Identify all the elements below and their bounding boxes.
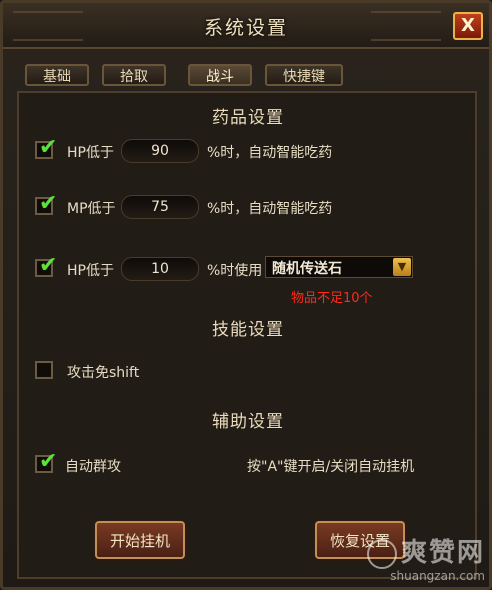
item-select-dropdown[interactable]: 随机传送石 ▼ — [265, 256, 413, 278]
section-heading-medicine: 药品设置 — [3, 103, 492, 129]
title-bar[interactable]: 系统设置 X — [3, 3, 489, 49]
item-shortage-warning: 物品不足10个 — [291, 291, 373, 306]
item-select-value: 随机传送石 — [272, 261, 342, 277]
watermark-logo-icon — [366, 538, 397, 569]
hp-value-input[interactable]: 90 — [121, 139, 199, 163]
teleport-suffix: %时使用 — [207, 263, 263, 279]
hp-checkbox[interactable]: ✔ — [35, 135, 57, 160]
hp-threshold-row: ✔ HP低于 90 %时，自动智能吃药 — [3, 135, 492, 165]
auto-hang-hint: 按"A"键开启/关闭自动挂机 — [247, 459, 415, 475]
start-autoplay-button[interactable]: 开始挂机 — [95, 521, 185, 559]
teleport-hp-label: HP低于 — [67, 263, 114, 279]
mp-suffix: %时，自动智能吃药 — [207, 201, 333, 217]
checkmark-icon: ✔ — [39, 191, 58, 216]
teleport-checkbox[interactable]: ✔ — [35, 253, 57, 278]
teleport-row: ✔ HP低于 10 %时使用 随机传送石 ▼ — [3, 253, 492, 281]
auto-group-label: 自动群攻 — [65, 459, 121, 475]
tab-combat[interactable]: 战斗 — [188, 64, 252, 86]
mp-checkbox[interactable]: ✔ — [35, 191, 57, 216]
teleport-value-input[interactable]: 10 — [121, 257, 199, 281]
checkmark-icon: ✔ — [39, 135, 58, 160]
mp-label: MP低于 — [67, 201, 116, 217]
checkmark-icon: ✔ — [39, 253, 58, 278]
tab-pickup[interactable]: 拾取 — [102, 64, 166, 86]
site-watermark: 爽赞网 shuangzan.com — [366, 532, 485, 583]
section-heading-assist: 辅助设置 — [3, 407, 492, 433]
auto-group-row: ✔ 自动群攻 按"A"键开启/关闭自动挂机 — [3, 449, 492, 479]
window-title: 系统设置 — [203, 17, 288, 39]
mp-threshold-row: ✔ MP低于 75 %时，自动智能吃药 — [3, 191, 492, 221]
shift-free-checkbox[interactable] — [35, 361, 53, 379]
watermark-url: shuangzan.com — [390, 569, 485, 583]
section-heading-skills: 技能设置 — [3, 315, 492, 341]
auto-group-checkbox[interactable]: ✔ — [35, 449, 57, 474]
hp-label: HP低于 — [67, 145, 114, 161]
checkmark-icon: ✔ — [39, 449, 58, 474]
settings-window: 系统设置 X 基础 拾取 战斗 快捷键 药品设置 ✔ HP低于 90 %时，自动… — [0, 0, 492, 590]
hp-suffix: %时，自动智能吃药 — [207, 145, 333, 161]
close-button[interactable]: X — [453, 12, 483, 40]
tab-hotkeys[interactable]: 快捷键 — [265, 64, 343, 86]
mp-value-input[interactable]: 75 — [121, 195, 199, 219]
tab-basic[interactable]: 基础 — [25, 64, 89, 86]
shift-free-row: 攻击免shift — [3, 359, 492, 385]
shift-free-label: 攻击免shift — [67, 365, 140, 381]
watermark-text: 爽赞网 — [400, 538, 485, 568]
dropdown-arrow-icon[interactable]: ▼ — [393, 258, 411, 276]
